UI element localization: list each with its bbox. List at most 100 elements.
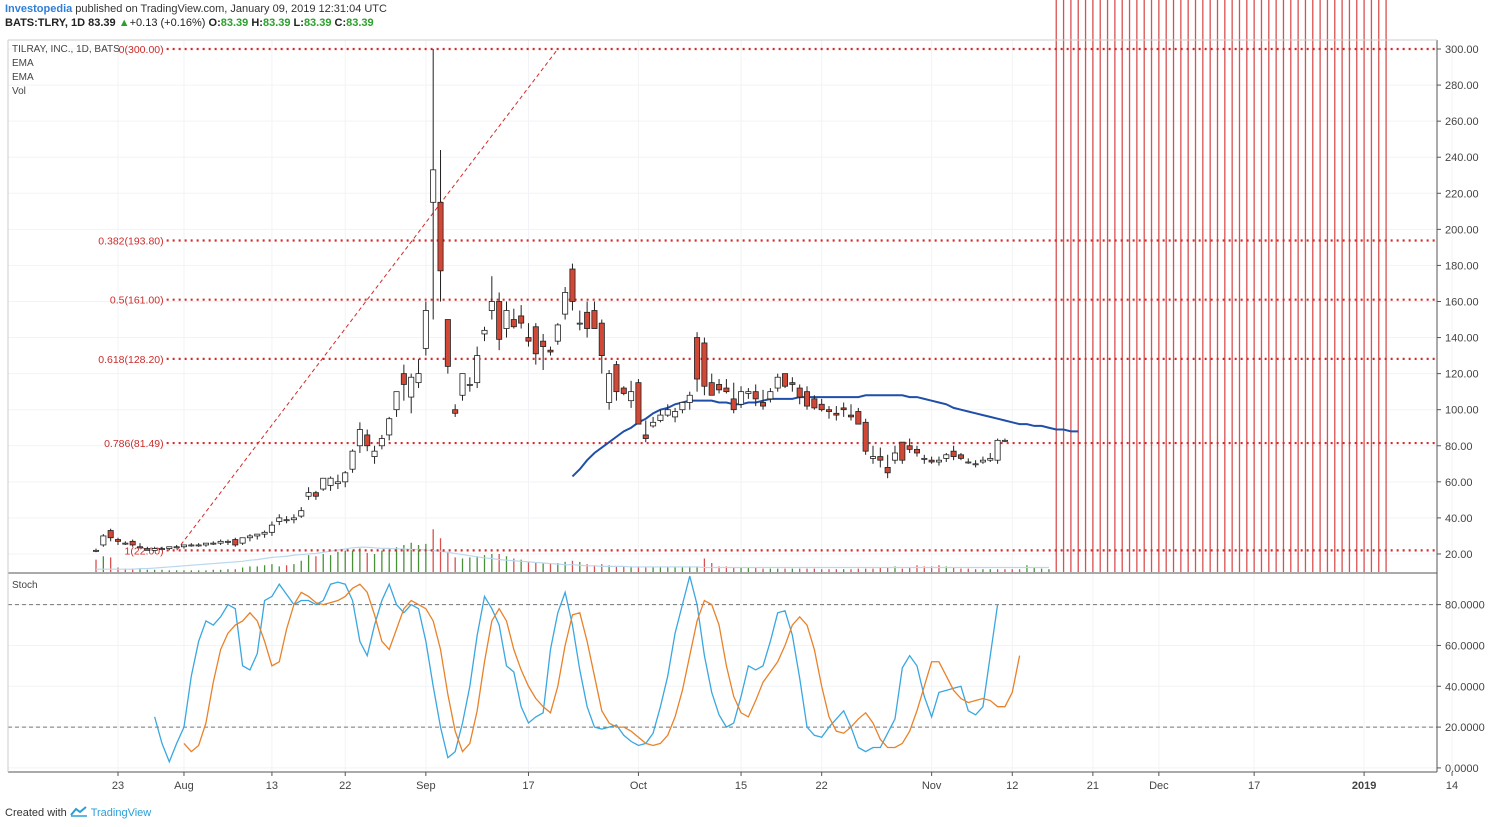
candle	[906, 438, 913, 453]
candle	[935, 456, 942, 466]
candle-body	[767, 391, 774, 400]
candle	[254, 533, 261, 540]
candle-body	[349, 450, 356, 470]
candle-body	[994, 439, 1001, 461]
candle-body	[818, 403, 825, 411]
candle	[679, 402, 686, 414]
time-tick-label: 14	[1446, 780, 1458, 792]
candle-body	[290, 517, 297, 521]
candle-body	[935, 459, 942, 463]
candle	[202, 542, 209, 547]
price-tick-label: 240.00	[1445, 152, 1479, 164]
time-tick-label: 13	[266, 780, 278, 792]
candle	[913, 445, 920, 457]
candle	[122, 541, 129, 545]
candle-body	[826, 409, 833, 412]
candle-body	[107, 530, 114, 539]
price-tick-label: 300.00	[1445, 44, 1479, 56]
candle-body	[239, 537, 246, 544]
candle	[613, 361, 620, 401]
stoch-tick-label: 40.0000	[1445, 681, 1485, 693]
candle	[356, 422, 363, 453]
candle	[415, 359, 422, 389]
candle-body	[173, 546, 180, 549]
candle-body	[481, 329, 488, 335]
candle	[400, 364, 407, 401]
candle	[327, 476, 334, 491]
candle	[730, 382, 737, 414]
candle	[547, 346, 554, 356]
candle	[869, 445, 876, 464]
stoch-d-series	[183, 583, 1021, 753]
candle-body	[254, 533, 261, 537]
vol-legend: Vol	[12, 86, 26, 97]
candle-body	[840, 407, 847, 411]
candle	[686, 391, 693, 410]
candle-body	[415, 373, 422, 384]
candle	[474, 346, 481, 389]
stoch-tick-label: 80.0000	[1445, 600, 1485, 612]
candle-body	[400, 373, 407, 385]
candle-body	[188, 544, 195, 547]
candle	[569, 263, 576, 311]
candle	[891, 445, 898, 464]
candle-body	[334, 481, 341, 485]
candle	[334, 474, 341, 490]
candle-body	[488, 301, 495, 311]
candle-body	[642, 434, 649, 439]
candle-body	[202, 542, 209, 546]
candle	[694, 332, 701, 392]
candle-body	[657, 414, 664, 421]
candle-body	[466, 384, 473, 386]
candle	[452, 404, 459, 417]
candle	[342, 471, 349, 488]
candle	[789, 377, 796, 392]
candle	[884, 454, 891, 479]
time-tick-label: 12	[1006, 780, 1018, 792]
candle	[408, 373, 415, 414]
stoch-k-series	[154, 575, 999, 764]
candle-body	[679, 402, 686, 411]
candle-body	[686, 394, 693, 403]
candle	[716, 379, 723, 394]
tradingview-logo-icon[interactable]	[70, 806, 88, 817]
candle	[584, 301, 591, 338]
stoch-tick-label: 20.0000	[1445, 722, 1485, 734]
candle-body	[855, 411, 862, 425]
pane-legend: TILRAY, INC., 1D, BATS EMA EMA Vol	[12, 43, 120, 99]
candle	[93, 548, 100, 553]
candle-body	[891, 452, 898, 461]
time-tick-label: 21	[1087, 780, 1099, 792]
time-tick-label: Sep	[416, 780, 436, 792]
candle-body	[386, 418, 393, 436]
candle-body	[532, 326, 539, 355]
price-chart-svg[interactable]: 0(300.00) 0.382(193.80) 0.5(161.00) 0.618(1…	[0, 0, 1500, 827]
price-tick-label: 160.00	[1445, 296, 1479, 308]
candle	[928, 456, 935, 464]
price-tick-label: 220.00	[1445, 188, 1479, 200]
candle-body	[774, 376, 781, 389]
candle	[386, 416, 393, 441]
candle-body	[562, 292, 569, 315]
candle	[290, 514, 297, 524]
candle	[855, 407, 862, 425]
candle	[796, 384, 803, 405]
candle-body	[606, 373, 613, 403]
candle-body	[408, 376, 415, 398]
candle-body	[444, 319, 451, 367]
candle-body	[972, 463, 979, 466]
candle	[745, 388, 752, 399]
price-tick-label: 60.00	[1445, 477, 1473, 489]
candle	[320, 477, 327, 491]
candle	[701, 337, 708, 396]
candle	[782, 373, 789, 389]
candle-body	[166, 546, 173, 549]
candle-body	[393, 391, 400, 411]
candle	[173, 544, 180, 549]
tradingview-link[interactable]: TradingView	[91, 807, 152, 819]
time-tick-label: 23	[112, 780, 124, 792]
candle-body	[965, 461, 972, 464]
time-tick-label: Aug	[174, 780, 194, 792]
candle-body	[305, 492, 312, 497]
price-tick-label: 40.00	[1445, 513, 1473, 525]
